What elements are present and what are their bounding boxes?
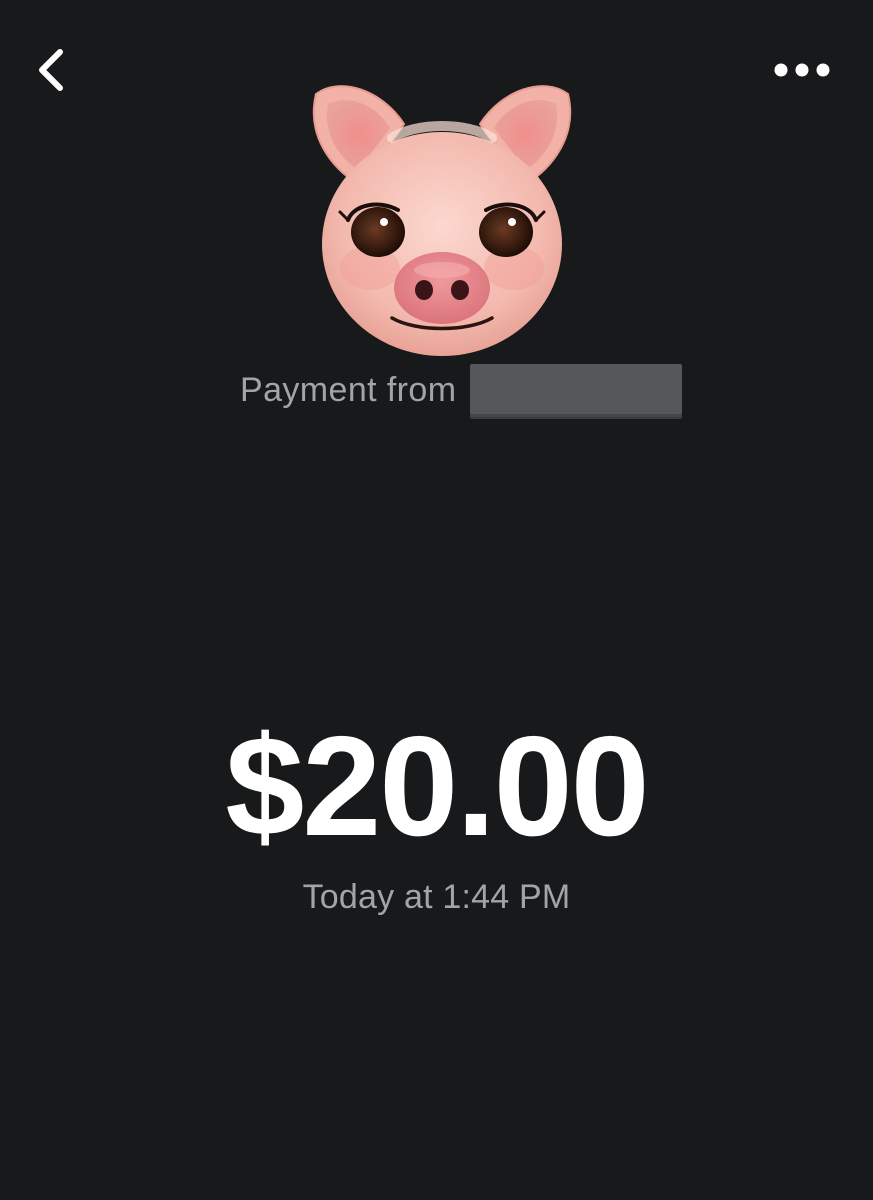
- payment-detail-screen: Payment from $20.00 Today at 1:44 PM: [0, 0, 873, 1200]
- more-horizontal-icon: [774, 63, 830, 77]
- sender-name-redacted: [470, 363, 683, 417]
- payment-amount: $20.00: [225, 707, 649, 866]
- sender-label: Payment from: [240, 370, 457, 409]
- pig-face-icon: [312, 85, 572, 356]
- more-options-button[interactable]: [762, 46, 842, 94]
- sender-line: Payment from: [240, 362, 683, 418]
- chevron-left-icon: [39, 49, 63, 91]
- avatar: [296, 72, 588, 364]
- back-button[interactable]: [22, 38, 82, 102]
- payment-timestamp: Today at 1:44 PM: [302, 878, 571, 916]
